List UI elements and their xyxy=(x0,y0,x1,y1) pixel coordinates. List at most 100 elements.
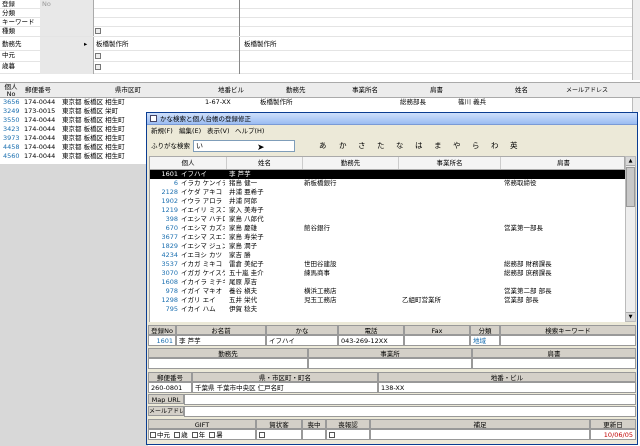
field-right[interactable] xyxy=(240,18,632,27)
seibo-field[interactable] xyxy=(40,62,94,74)
menu-help[interactable]: ヘルプ(H) xyxy=(235,126,264,136)
field-right[interactable] xyxy=(240,27,632,36)
checkbox-icon[interactable] xyxy=(329,432,335,438)
list-row[interactable]: 1219 イエイリ ミスコ 家入 美寿子 xyxy=(150,206,625,215)
type-checkbox[interactable] xyxy=(95,28,101,34)
kana-button-sa[interactable]: さ xyxy=(358,141,366,151)
col-name[interactable]: 姓名 xyxy=(226,157,302,169)
title-field[interactable] xyxy=(472,358,636,369)
checkbox-icon[interactable] xyxy=(259,432,265,438)
list-row-selected[interactable]: 1601 イフハイ李 芦芋 xyxy=(150,170,625,179)
scroll-up-icon[interactable]: ▲ xyxy=(626,157,635,166)
kana-search-input[interactable]: い xyxy=(193,140,295,152)
bg-col-bldg[interactable]: 地番ビル xyxy=(218,83,244,98)
form-scrollbar[interactable] xyxy=(632,0,640,80)
kana-field[interactable]: イフハイ xyxy=(266,335,338,346)
menu-view[interactable]: 表示(V) xyxy=(207,126,230,136)
zip-field[interactable]: 260-0801 xyxy=(148,382,192,393)
list-row[interactable]: 2128 イケダ アキコ 井浦 亜希子 xyxy=(150,188,625,197)
bg-col-title[interactable]: 肩書 xyxy=(430,83,443,98)
list-row[interactable]: 670 イエシマ カズオ 家島 慶雄 館谷銀行 営業第一部長 xyxy=(150,224,625,233)
mourning-field[interactable] xyxy=(302,429,326,440)
bg-col-company[interactable]: 勤務先 xyxy=(286,83,306,98)
seibo-checkbox[interactable] xyxy=(95,64,101,70)
list-row[interactable]: 6 イラカ ケンイチ 猪島 健一 新板橋銀行 常務取締役 xyxy=(150,179,625,188)
register-no-field[interactable]: No xyxy=(40,0,94,9)
bg-col-zip[interactable]: 郵便番号 xyxy=(25,83,51,98)
checkbox-icon[interactable] xyxy=(174,432,181,438)
field-mid[interactable] xyxy=(94,18,240,27)
bg-col-email[interactable]: メールアドレス xyxy=(566,83,608,98)
note-field[interactable] xyxy=(370,429,590,440)
kana-button-wa[interactable]: わ xyxy=(491,141,499,151)
table-row[interactable]: 3550 174-0044 東京都 板橋区 相生町 xyxy=(0,116,148,124)
menu-edit[interactable]: 編集(E) xyxy=(179,126,201,136)
keyword-field[interactable] xyxy=(40,18,94,27)
chugen-checkbox[interactable]: 中元 xyxy=(150,431,170,439)
list-row[interactable]: 4234 イエヨシ カツ 家吉 勝 xyxy=(150,251,625,260)
bg-list-scrollbar[interactable] xyxy=(632,98,640,112)
office-field[interactable] xyxy=(308,358,472,369)
category-field[interactable]: 地域 xyxy=(470,335,500,346)
field-mid[interactable] xyxy=(94,62,240,74)
category-field[interactable] xyxy=(40,9,94,18)
list-row[interactable]: 1298 イガリ エイ 五井 栄代 児玉工務店 乙組町営業所 営業部 部長 xyxy=(150,296,625,305)
kana-button-eng[interactable]: 英 xyxy=(510,141,518,151)
list-row[interactable]: 1902 イウラ アロラ 井浦 阿郎 xyxy=(150,197,625,206)
kana-button-ra[interactable]: ら xyxy=(472,141,480,151)
greeting-field[interactable] xyxy=(256,429,302,440)
company-value-field[interactable]: 板橋製作所 xyxy=(94,37,240,51)
map-url-field[interactable] xyxy=(184,394,636,405)
omit-field[interactable] xyxy=(326,429,370,440)
tel-field[interactable]: 043-269-12XX xyxy=(338,335,404,346)
bg-col-no[interactable]: 個人No xyxy=(3,84,19,98)
scroll-down-icon[interactable]: ▼ xyxy=(626,312,635,321)
col-office[interactable]: 事業所名 xyxy=(398,157,500,169)
field-right[interactable] xyxy=(240,51,632,60)
nenga-checkbox[interactable]: 年 xyxy=(191,431,205,439)
table-row[interactable]: 3249 173-0015 東京都 板橋区 栄町 xyxy=(0,107,148,115)
list-row[interactable]: 3537 イカガ ミキコ 雷倉 美紀子 世田谷建設 総務部 財務課長 xyxy=(150,260,625,269)
col-title[interactable]: 肩書 xyxy=(500,157,626,169)
dialog-titlebar[interactable]: かな検索と個人台帳の登録修正 xyxy=(147,113,637,125)
list-row[interactable]: 3677 イエシマ スエコ 家島 寿栄子 xyxy=(150,233,625,242)
table-row[interactable]: 3973 174-0044 東京都 板橋区 相生町 xyxy=(0,134,148,142)
field-right[interactable] xyxy=(240,62,632,71)
list-row[interactable]: 1608イカイラ ミチキチ尾原 厚吉 xyxy=(150,278,625,287)
table-row[interactable]: 3423 174-0044 東京都 板橋区 相生町 xyxy=(0,125,148,133)
col-company[interactable]: 勤務先 xyxy=(302,157,398,169)
register-no-value[interactable]: 1601 xyxy=(148,335,176,346)
kana-button-ta[interactable]: た xyxy=(377,141,385,151)
menu-new[interactable]: 新規(F) xyxy=(151,126,173,136)
company-field[interactable]: ▸ xyxy=(40,37,94,51)
table-row[interactable]: 4560 174-0044 東京都 板橋区 相生町 xyxy=(0,152,148,160)
chugen-checkbox[interactable] xyxy=(95,53,101,59)
kana-button-ya[interactable]: や xyxy=(453,141,461,151)
fax-field[interactable] xyxy=(404,335,470,346)
type-field[interactable] xyxy=(40,27,94,36)
list-scrollbar[interactable]: ▲ ▼ xyxy=(625,156,636,322)
address-field[interactable]: 千葉県 千葉市中央区 仁戸名町 xyxy=(192,382,378,393)
field-mid[interactable] xyxy=(94,0,240,9)
checkbox-icon[interactable] xyxy=(150,432,156,438)
bg-col-addr[interactable]: 県市区町 xyxy=(115,83,141,98)
kana-button-a[interactable]: あ xyxy=(319,141,327,151)
checkbox-icon[interactable] xyxy=(209,432,216,438)
table-row[interactable]: 4458 174-0044 東京都 板橋区 相生町 xyxy=(0,143,148,151)
email-field[interactable] xyxy=(184,406,636,417)
field-mid[interactable] xyxy=(94,9,240,18)
chugen-field[interactable] xyxy=(40,51,94,62)
company-right-field[interactable]: 板橋製作所 xyxy=(240,37,632,51)
list-row[interactable]: 795 イカイ ハム 伊賀 稔夫 xyxy=(150,305,625,314)
shochu-checkbox[interactable]: 暑 xyxy=(209,431,223,439)
list-row[interactable]: 3070 イガガ ケイスケ 五十嵐 圭介 練馬商事 総務部 庶務課長 xyxy=(150,269,625,278)
kana-button-ha[interactable]: は xyxy=(415,141,423,151)
building-field[interactable]: 138-XX xyxy=(378,382,636,393)
list-row[interactable]: 398イエシマ ハチロウ家島 八郎代 xyxy=(150,215,625,224)
field-mid[interactable] xyxy=(94,27,240,36)
checkbox-icon[interactable] xyxy=(191,432,198,438)
scroll-thumb[interactable] xyxy=(626,167,635,207)
company-field[interactable] xyxy=(148,358,308,369)
kana-button-na[interactable]: な xyxy=(396,141,404,151)
field-right[interactable] xyxy=(240,0,632,9)
